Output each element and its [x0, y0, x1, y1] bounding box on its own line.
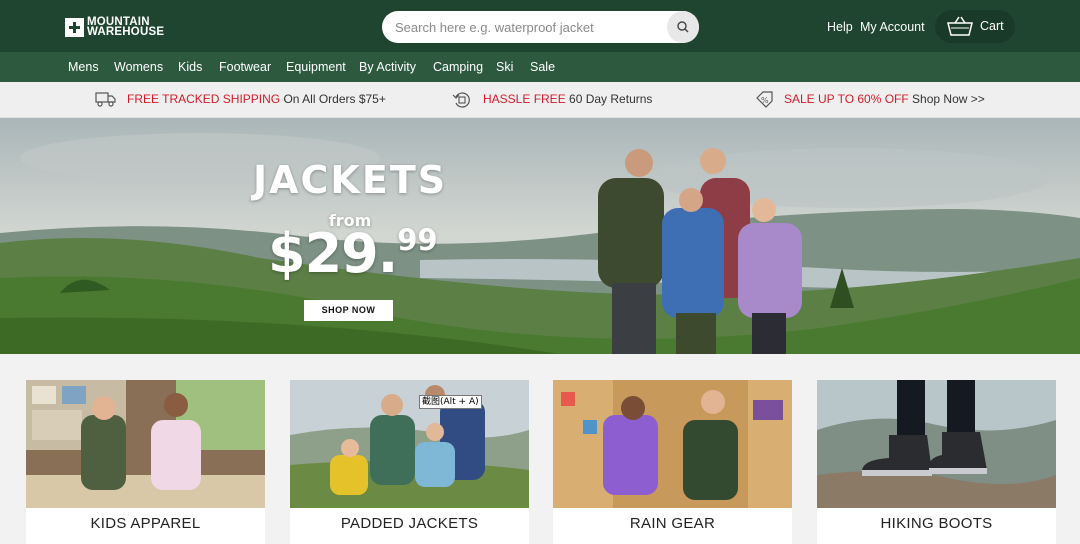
nav-item-mens[interactable]: Mens [68, 60, 99, 74]
cart-button[interactable]: Cart [935, 10, 1015, 43]
truck-icon [95, 92, 116, 107]
free-shipping-text: On All Orders $75+ [280, 92, 386, 106]
logo-line2: WAREHOUSE [87, 26, 165, 38]
my-account-link[interactable]: My Account [860, 20, 925, 34]
search-icon [677, 21, 689, 33]
basket-icon [947, 16, 973, 36]
help-link[interactable]: Help [827, 20, 853, 34]
returns-highlight: HASSLE FREE [483, 92, 566, 106]
nav-item-camping[interactable]: Camping [433, 60, 483, 74]
nav-item-ski[interactable]: Ski [496, 60, 513, 74]
svg-text:%: % [761, 96, 769, 105]
benefits-bar: FREE TRACKED SHIPPING On All Orders $75+… [0, 82, 1080, 118]
category-cards: KIDS APPAREL PADDED JACKETS 截图(Alt + A) [0, 354, 1080, 544]
hero-banner[interactable]: JACKETS from $29.99 SHOP NOW [0, 118, 1080, 354]
category-card-padded-jackets[interactable]: PADDED JACKETS 截图(Alt + A) [290, 380, 529, 544]
sale-text: Shop Now >> [908, 92, 985, 106]
free-shipping-benefit[interactable]: FREE TRACKED SHIPPING On All Orders $75+ [127, 92, 386, 106]
nav-item-womens[interactable]: Womens [114, 60, 163, 74]
nav-item-equipment[interactable]: Equipment [286, 60, 346, 74]
site-header: MOUNTAIN WAREHOUSE Help My Account Cart [0, 0, 1080, 52]
screenshot-tooltip: 截图(Alt + A) [419, 395, 482, 409]
hero-price: $29.99 [268, 222, 438, 285]
sale-highlight: SALE UP TO 60% OFF [784, 92, 909, 106]
hero-price-cents: 99 [397, 223, 438, 257]
kids-apparel-label: KIDS APPAREL [90, 515, 201, 532]
hiking-boots-image [817, 380, 1056, 508]
hiking-boots-label: HIKING BOOTS [880, 515, 993, 532]
nav-item-footwear[interactable]: Footwear [219, 60, 271, 74]
category-card-hiking-boots[interactable]: HIKING BOOTS [817, 380, 1056, 544]
search-box [382, 11, 699, 43]
nav-item-sale[interactable]: Sale [530, 60, 555, 74]
main-nav: Mens Womens Kids Footwear Equipment By A… [0, 52, 1080, 82]
padded-jackets-label: PADDED JACKETS [340, 515, 479, 532]
hero-price-main: $29. [268, 222, 398, 285]
nav-item-kids[interactable]: Kids [178, 60, 202, 74]
rain-gear-image [553, 380, 792, 508]
hero-title: JACKETS [253, 158, 448, 202]
search-input[interactable] [395, 16, 655, 38]
sale-benefit[interactable]: SALE UP TO 60% OFF Shop Now >> [784, 92, 985, 106]
padded-jackets-image [290, 380, 529, 508]
logo-cross-icon [65, 17, 84, 37]
category-card-rain-gear[interactable]: RAIN GEAR [553, 380, 792, 544]
category-card-kids-apparel[interactable]: KIDS APPAREL [26, 380, 265, 544]
nav-item-by-activity[interactable]: By Activity [359, 60, 416, 74]
discount-tag-icon: % [756, 91, 773, 108]
kids-apparel-image [26, 380, 265, 508]
returns-benefit[interactable]: HASSLE FREE 60 Day Returns [483, 92, 652, 106]
free-shipping-highlight: FREE TRACKED SHIPPING [127, 92, 281, 106]
shop-now-button[interactable]: SHOP NOW [304, 300, 393, 321]
returns-icon [452, 92, 470, 108]
mountain-warehouse-logo[interactable]: MOUNTAIN WAREHOUSE [65, 16, 165, 38]
hero-landscape-image [0, 118, 1080, 354]
cart-label: Cart [980, 19, 1004, 33]
rain-gear-label: RAIN GEAR [629, 515, 716, 532]
search-button[interactable] [667, 11, 699, 43]
returns-text: 60 Day Returns [565, 92, 653, 106]
